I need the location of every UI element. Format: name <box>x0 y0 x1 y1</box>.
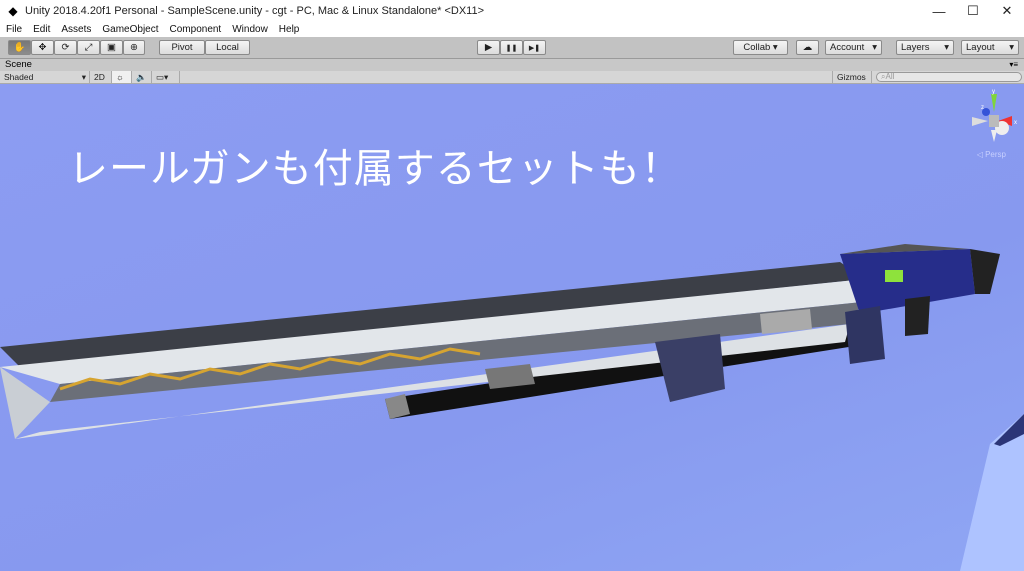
menu-window[interactable]: Window <box>232 24 268 35</box>
projection-label[interactable]: ◁ Persp <box>977 150 1006 159</box>
persp-label: Persp <box>985 150 1006 159</box>
move-tool-button[interactable]: ✥ <box>31 40 54 55</box>
collab-dropdown[interactable]: Collab ▾ <box>733 40 788 55</box>
menu-edit[interactable]: Edit <box>33 24 50 35</box>
step-button[interactable]: ▶❚ <box>523 40 546 55</box>
shading-mode-dropdown[interactable]: Shaded ▾ <box>0 71 90 83</box>
menu-bar: File Edit Assets GameObject Component Wi… <box>0 22 1024 37</box>
local-button[interactable]: Local <box>205 40 250 55</box>
caption-overlay: レールガンも付属するセットも！ <box>68 146 682 192</box>
effects-dropdown-icon[interactable]: ▭▾ <box>152 71 180 83</box>
gizmo-center <box>989 115 999 127</box>
tab-menu-icon[interactable]: ▾≡ <box>1009 59 1018 71</box>
display-panel <box>885 270 903 282</box>
search-placeholder: All <box>885 72 895 81</box>
title-bar: ◆ Unity 2018.4.20f1 Personal - SampleSce… <box>0 0 1024 22</box>
minimize-button[interactable]: — <box>922 0 956 22</box>
transform-tool-button[interactable]: ⊕ <box>123 40 145 55</box>
menu-assets[interactable]: Assets <box>61 24 91 35</box>
gizmos-dropdown[interactable]: Gizmos ▾ <box>832 71 872 94</box>
layout-label: Layout <box>966 42 995 53</box>
rear-grip <box>845 306 885 364</box>
chevron-down-icon: ▾ <box>1009 42 1014 53</box>
trigger-grip <box>905 296 930 336</box>
account-label: Account <box>830 42 865 53</box>
audio-toggle-icon[interactable]: 🔈 <box>132 71 152 83</box>
2d-toggle[interactable]: 2D <box>90 71 112 83</box>
play-button[interactable]: ▶ <box>477 40 500 55</box>
layers-dropdown[interactable]: Layers ▾ <box>896 40 954 55</box>
tab-scene[interactable]: Scene ▾≡ <box>0 59 1024 71</box>
layers-label: Layers <box>901 42 930 53</box>
chevron-down-icon: ▾ <box>872 42 877 53</box>
menu-help[interactable]: Help <box>279 24 300 35</box>
maximize-button[interactable]: ☐ <box>956 0 990 22</box>
rotate-tool-button[interactable]: ⟳ <box>54 40 77 55</box>
menu-gameobject[interactable]: GameObject <box>102 24 158 35</box>
shading-label: Shaded <box>4 72 34 82</box>
menu-file[interactable]: File <box>6 24 22 35</box>
neg-x-axis-icon <box>972 117 988 126</box>
account-dropdown[interactable]: Account ▾ <box>825 40 882 55</box>
window-title: Unity 2018.4.20f1 Personal - SampleScene… <box>25 5 484 17</box>
y-label: y <box>992 89 995 95</box>
x-label: x <box>1014 120 1017 126</box>
close-button[interactable]: ✕ <box>990 0 1024 22</box>
menu-component[interactable]: Component <box>170 24 222 35</box>
cloud-button[interactable]: ☁ <box>796 40 819 55</box>
lighting-toggle-icon[interactable]: ☼ <box>112 71 132 83</box>
scene-search-input[interactable]: ⌕All <box>876 72 1022 82</box>
y-axis-icon <box>991 94 997 112</box>
chevron-down-icon: ▾ <box>944 42 949 53</box>
scene-toolbar: Shaded▾ 2D ☼ 🔈 ▭▾ Gizmos ▾ ⌕All <box>0 71 1024 94</box>
rect-tool-button[interactable]: ▣ <box>100 40 123 55</box>
front-grip <box>655 334 725 402</box>
pivot-button[interactable]: Pivot <box>159 40 205 55</box>
layout-dropdown[interactable]: Layout ▾ <box>961 40 1019 55</box>
main-toolbar: ✋ ✥ ⟳ ⤢ ▣ ⊕ Pivot Local ▶ ❚❚ ▶❚ Collab ▾… <box>0 37 1024 59</box>
scene-viewport[interactable]: レールガンも付属するセットも！ y x z ◁ Persp <box>0 84 1024 571</box>
neg-y-axis-icon <box>991 130 997 142</box>
scene-tab-label: Scene <box>5 59 32 70</box>
scale-tool-button[interactable]: ⤢ <box>77 40 100 55</box>
stock <box>970 249 1000 294</box>
hand-tool-button[interactable]: ✋ <box>8 40 31 55</box>
gizmos-label: Gizmos <box>837 72 866 82</box>
z-label: z <box>981 105 984 111</box>
pause-button[interactable]: ❚❚ <box>500 40 523 55</box>
unity-logo-icon: ◆ <box>8 4 18 18</box>
